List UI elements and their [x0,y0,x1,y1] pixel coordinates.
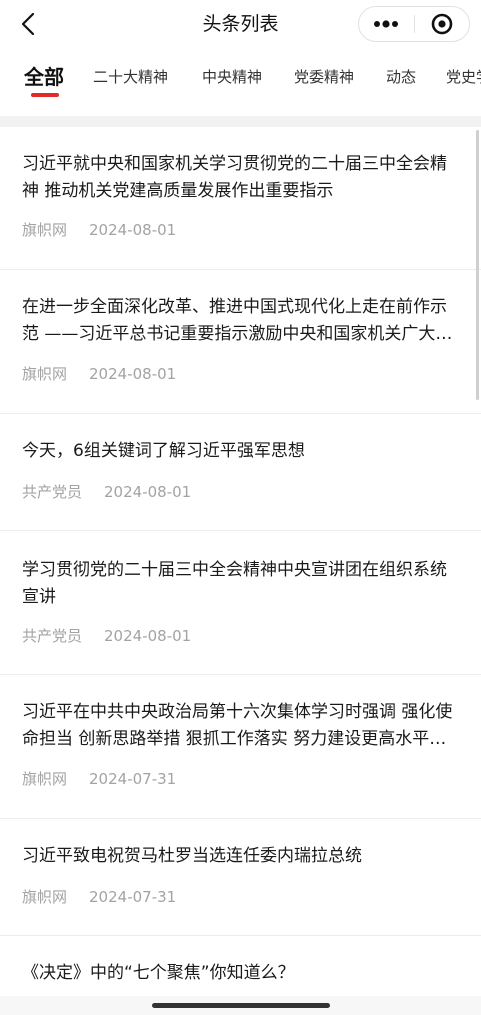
article-meta: 旗帜网 2024-07-31 [22,768,176,789]
article-source: 旗帜网 [22,770,68,788]
close-button[interactable] [414,7,469,41]
section-divider [0,116,481,127]
article-source: 旗帜网 [22,365,68,383]
article-title: 习近平致电祝贺马杜罗当选连任委内瑞拉总统 [22,846,362,866]
back-arrow-icon [21,12,35,36]
more-dots-icon [374,20,399,28]
article-date: 2024-08-01 [104,627,192,645]
mini-program-capsule [358,6,470,42]
list-item[interactable]: 学习贯彻党的二十届三中全会精神中央宣讲团在组织系统宣讲 共产党员 2024-08-… [0,531,481,675]
tab-central-spirit[interactable]: 中央精神 [202,52,262,102]
list-item[interactable]: 习近平就中央和国家机关学习贯彻党的二十届三中全会精神 推动机关党建高质量发展作出… [0,127,481,270]
home-indicator[interactable] [152,1003,330,1008]
article-meta: 旗帜网 2024-08-01 [22,363,176,384]
article-source: 共产党员 [22,627,83,645]
tab-news[interactable]: 动态 [386,52,416,102]
article-date: 2024-08-01 [89,221,177,239]
article-title: 《决定》中的“七个聚焦”你知道么？ [22,963,295,983]
category-tabs: 全部 二十大精神 中央精神 党委精神 动态 党史学习 [0,52,481,110]
tab-party-history[interactable]: 党史学习 [446,52,481,102]
article-meta: 旗帜网 2024-08-01 [22,219,176,240]
article-title: 习近平在中共中央政治局第十六次集体学习时强调 强化使命担当 创新思路举措 狠抓工… [22,702,453,749]
article-meta: 共产党员 2024-08-01 [22,481,191,502]
article-meta: 旗帜网 2024-07-31 [22,886,176,907]
tab-20th-congress-spirit[interactable]: 二十大精神 [93,52,168,102]
target-close-icon [431,13,453,35]
article-meta: 共产党员 2024-08-01 [22,625,191,646]
list-item[interactable]: 习近平致电祝贺马杜罗当选连任委内瑞拉总统 旗帜网 2024-07-31 [0,819,481,936]
active-tab-indicator [31,93,59,97]
back-button[interactable] [14,8,42,40]
article-date: 2024-08-01 [104,483,192,501]
list-item[interactable]: 今天，6组关键词了解习近平强军思想 共产党员 2024-08-01 [0,414,481,531]
more-button[interactable] [359,7,414,41]
article-source: 旗帜网 [22,888,68,906]
article-date: 2024-07-31 [89,770,177,788]
navigation-bar: 头条列表 [0,0,481,48]
list-item[interactable]: 习近平在中共中央政治局第十六次集体学习时强调 强化使命担当 创新思路举措 狠抓工… [0,675,481,819]
list-item[interactable]: 在进一步全面深化改革、推进中国式现代化上走在前作示范 ——习近平总书记重要指示激… [0,270,481,414]
article-title: 学习贯彻党的二十届三中全会精神中央宣讲团在组织系统宣讲 [22,560,447,607]
article-source: 旗帜网 [22,221,68,239]
article-title: 习近平就中央和国家机关学习贯彻党的二十届三中全会精神 推动机关党建高质量发展作出… [22,154,447,201]
article-title: 今天，6组关键词了解习近平强军思想 [22,441,305,461]
article-date: 2024-08-01 [89,365,177,383]
article-date: 2024-07-31 [89,888,177,906]
scrollbar[interactable] [476,130,479,400]
article-source: 共产党员 [22,483,83,501]
tab-party-committee-spirit[interactable]: 党委精神 [294,52,354,102]
article-title: 在进一步全面深化改革、推进中国式现代化上走在前作示范 ——习近平总书记重要指示激… [22,297,453,344]
